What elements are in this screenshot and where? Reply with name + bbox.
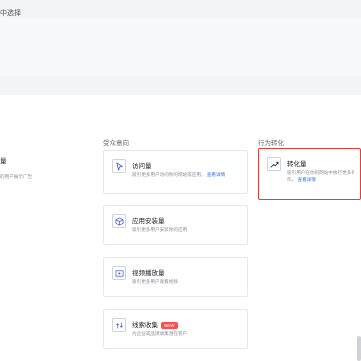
- card-title: 视频播放量: [132, 270, 165, 277]
- card-title: 转化量: [287, 161, 307, 168]
- left-card-title: 量: [0, 158, 7, 165]
- objective-card-video-views[interactable]: 视频播放量 吸引更多用户观看视频: [103, 257, 248, 297]
- objective-card-app-install[interactable]: 应用安装量 吸引更多用户安装你的应用: [103, 205, 248, 245]
- objective-card-lead-collection[interactable]: 线索收集 NEW 为企业或品牌收集潜在客户: [103, 309, 248, 349]
- left-card-desc: 的用户展示广告: [0, 174, 33, 179]
- box-icon: [112, 214, 126, 228]
- card-desc-text: 吸引更多用户观看视频: [132, 279, 178, 284]
- details-link[interactable]: 查看详情: [297, 177, 315, 182]
- column-header-audience-intent: 受众意向: [103, 140, 129, 147]
- scrollbar[interactable]: [357, 336, 361, 361]
- trend-icon: [267, 157, 281, 171]
- new-badge: NEW: [161, 321, 178, 329]
- card-desc: 吸引更多用户访问你的网站或应用。 查看详情: [132, 171, 241, 178]
- card-desc-text-2: 作。: [287, 177, 297, 182]
- card-desc: 吸引用户在你的网站中执行更多有价值的操 作。 查看详情: [287, 169, 354, 183]
- card-title: 线索收集 NEW: [132, 319, 178, 329]
- top-panel: 中选择: [0, 0, 361, 95]
- card-desc-text: 吸引用户在你的网站中执行更多有价值的操: [287, 170, 354, 175]
- top-hint-text: 中选择: [0, 10, 21, 17]
- objective-card-traffic[interactable]: 访问量 吸引更多用户访问你的网站或应用。 查看详情: [103, 150, 248, 194]
- card-title-text: 线索收集: [132, 322, 158, 329]
- video-icon: [112, 266, 126, 280]
- details-link[interactable]: 查看详情: [207, 172, 225, 177]
- cursor-icon: [112, 159, 126, 173]
- card-desc-text: 为企业或品牌收集潜在客户: [132, 331, 188, 336]
- card-desc-text: 吸引更多用户访问你的网站或应用。: [132, 172, 206, 177]
- lead-icon: [112, 318, 126, 332]
- objective-card-conversions[interactable]: 转化量 吸引用户在你的网站中执行更多有价值的操 作。 查看详情: [258, 148, 361, 200]
- card-desc-text: 吸引更多用户安装你的应用: [132, 227, 188, 232]
- column-header-conversion: 行为转化: [258, 140, 284, 147]
- card-title: 应用安装量: [132, 218, 165, 225]
- card-title: 访问量: [132, 163, 152, 170]
- top-content-box: [0, 18, 361, 76]
